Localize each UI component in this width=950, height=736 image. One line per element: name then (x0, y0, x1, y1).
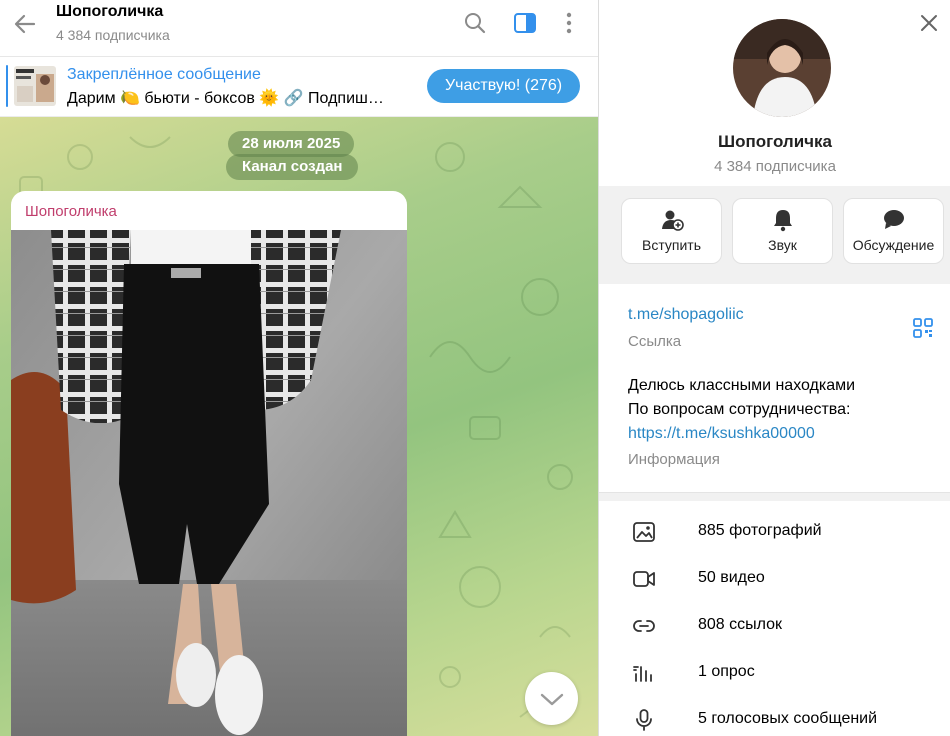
pinned-thumbnail (14, 66, 56, 106)
back-arrow-icon[interactable] (12, 11, 38, 37)
channel-subscribers: 4 384 подписчика (714, 158, 836, 175)
channel-link-caption: Ссылка (628, 333, 682, 350)
pinned-text: Дарим 🍋 бьюти - боксов 🌞 🔗 Подпиш… (67, 90, 384, 107)
link-icon (633, 620, 655, 632)
description-line-2: По вопросам сотрудничества: (628, 401, 851, 418)
chat-bubble-icon (884, 210, 904, 229)
description-caption: Информация (628, 451, 720, 468)
pinned-message[interactable]: Закреплённое сообщение Дарим 🍋 бьюти - б… (0, 57, 598, 117)
chat-title[interactable]: Шопоголичка (56, 3, 163, 21)
description-link[interactable]: https://t.me/ksushka00000 (628, 425, 815, 443)
media-videos-label: 50 видео (698, 569, 765, 586)
media-voice[interactable]: 5 голосовых сообщений (599, 697, 950, 736)
channel-info-panel: Шопоголичка 4 384 подписчика Вступить Зв… (598, 0, 950, 736)
scroll-down-button[interactable] (525, 672, 578, 725)
poll-icon (633, 666, 652, 682)
service-message: Канал создан (226, 154, 359, 180)
chat-subscribers: 4 384 подписчика (56, 27, 170, 43)
actions-area: Вступить Звук Обсуждение (599, 186, 950, 284)
bell-icon (774, 210, 792, 232)
join-icon (662, 210, 684, 231)
media-photos-label: 885 фотографий (698, 522, 822, 539)
pinned-indicator (6, 65, 8, 107)
section-divider (599, 492, 950, 501)
close-icon[interactable] (919, 13, 939, 33)
media-voice-label: 5 голосовых сообщений (698, 710, 878, 727)
participate-button[interactable]: Участвую! (276) (427, 69, 581, 103)
media-polls-label: 1 опрос (698, 663, 755, 680)
media-photos[interactable]: 885 фотографий (599, 509, 950, 556)
media-links-label: 808 ссылок (698, 616, 783, 633)
join-button[interactable]: Вступить (621, 198, 722, 264)
media-videos[interactable]: 50 видео (599, 556, 950, 603)
chat-header: Шопоголичка 4 384 подписчика (0, 0, 598, 57)
chevron-down-icon (540, 693, 564, 706)
qr-code-icon[interactable] (912, 317, 934, 339)
channel-name: Шопоголичка (717, 132, 833, 151)
more-vertical-icon[interactable] (556, 10, 582, 36)
message-bubble[interactable]: Шопоголичка (11, 191, 407, 736)
avatar[interactable] (733, 19, 831, 117)
photo-icon (633, 522, 655, 542)
chat-background: 28 июля 2025 Канал создан Шопоголичка (0, 117, 598, 736)
channel-link[interactable]: t.me/shopagoliic (628, 306, 744, 324)
search-icon[interactable] (462, 10, 488, 36)
media-polls[interactable]: 1 опрос (599, 650, 950, 697)
discussion-button[interactable]: Обсуждение (843, 198, 944, 264)
join-label: Вступить (641, 237, 701, 253)
media-links[interactable]: 808 ссылок (599, 603, 950, 650)
sidebar-toggle-icon[interactable] (512, 10, 538, 36)
post-photo[interactable] (11, 230, 407, 736)
message-author[interactable]: Шопоголичка (25, 203, 117, 220)
description-line-1: Делюсь классными находками (628, 377, 856, 394)
sound-button[interactable]: Звук (732, 198, 833, 264)
pinned-title: Закреплённое сообщение (67, 66, 261, 83)
microphone-icon (636, 709, 652, 731)
discussion-label: Обсуждение (852, 237, 935, 253)
channel-info: t.me/shopagoliic Ссылка Делюсь классными… (599, 284, 950, 492)
sound-label: Звук (768, 237, 797, 253)
video-icon (633, 571, 655, 587)
chat-area: Шопоголичка 4 384 подписчика Закреплённо… (0, 0, 598, 736)
